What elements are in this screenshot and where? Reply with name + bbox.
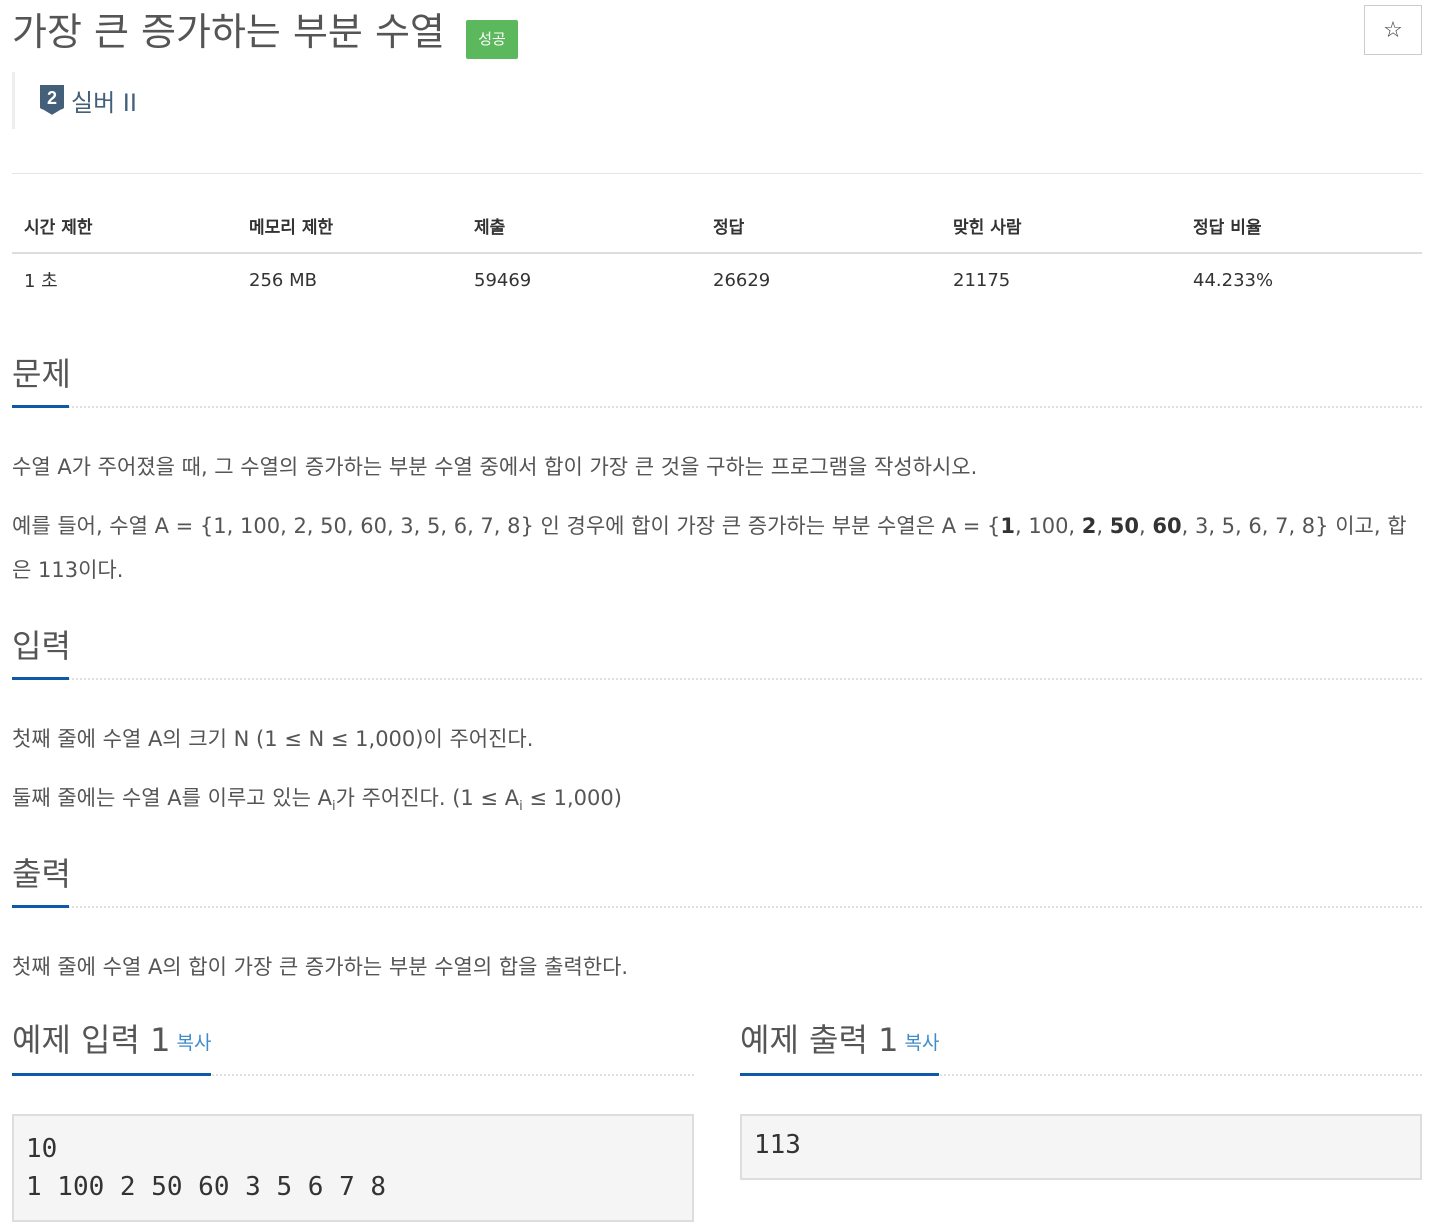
accept-ratio-value: 44.233% — [1193, 269, 1274, 291]
header-solvers: 맞힌 사람 — [941, 202, 1181, 254]
section-underline — [740, 1073, 939, 1076]
copy-sample-input-link[interactable]: 복사 — [176, 1032, 211, 1054]
copy-sample-output-link[interactable]: 복사 — [904, 1032, 939, 1054]
section-underline — [12, 1073, 211, 1076]
header-time-limit: 시간 제한 — [12, 202, 237, 254]
submissions-value: 59469 — [474, 269, 532, 291]
input-line-1: 첫째 줄에 수열 A의 크기 N (1 ≤ N ≤ 1,000)이 주어진다. — [12, 727, 534, 751]
description-section-title: 문제 — [12, 355, 71, 393]
header-divider — [12, 173, 1422, 174]
description-line-1: 수열 A가 주어졌을 때, 그 수열의 증가하는 부분 수열 중에서 합이 가장… — [12, 455, 978, 479]
sample-output-header: 예제 출력 1 복사 — [740, 1018, 1422, 1076]
sample-output-panel: 예제 출력 1 복사 113 — [740, 1018, 1422, 1180]
accepted-value: 26629 — [713, 269, 771, 291]
section-underline — [12, 677, 69, 680]
sample-input-title: 예제 입력 1 — [12, 1021, 171, 1059]
input-text: 첫째 줄에 수열 A의 크기 N (1 ≤ N ≤ 1,000)이 주어진다. … — [12, 717, 1422, 829]
tier-number: 2 — [47, 88, 57, 108]
section-underline — [12, 405, 69, 408]
silver-tier-icon: 2 — [40, 84, 64, 117]
output-section-header: 출력 — [12, 854, 1422, 908]
tier-label: 실버 II — [71, 89, 137, 117]
tier-info: 2 실버 II — [12, 72, 137, 129]
sample-output-box[interactable]: 113 — [740, 1114, 1422, 1180]
problem-header: 가장 큰 증가하는 부분 수열 성공 ☆ — [12, 0, 1422, 70]
star-icon: ☆ — [1383, 17, 1403, 43]
description-text: 수열 A가 주어졌을 때, 그 수열의 증가하는 부분 수열 중에서 합이 가장… — [12, 445, 1422, 592]
section-underline — [12, 905, 69, 908]
memory-limit-value: 256 MB — [249, 269, 317, 291]
header-memory-limit: 메모리 제한 — [237, 202, 462, 254]
description-section-header: 문제 — [12, 354, 1422, 408]
input-section-title: 입력 — [12, 627, 71, 665]
input-section-header: 입력 — [12, 626, 1422, 680]
favorite-button[interactable]: ☆ — [1364, 5, 1422, 55]
description-example: 예를 들어, 수열 A = {1, 100, 2, 50, 60, 3, 5, … — [12, 514, 1407, 582]
time-limit-value: 1 초 — [24, 271, 58, 292]
problem-page: 가장 큰 증가하는 부분 수열 성공 ☆ 2 실버 II 시간 제한 메모리 제… — [0, 0, 1432, 1226]
info-header-row: 시간 제한 메모리 제한 제출 정답 맞힌 사람 정답 비율 — [12, 202, 1422, 254]
sample-input-panel: 예제 입력 1 복사 10 1 100 2 50 60 3 5 6 7 8 — [12, 1018, 694, 1222]
info-value-row: 1 초 256 MB 59469 26629 21175 44.233% — [12, 253, 1422, 306]
solvers-value: 21175 — [953, 269, 1011, 291]
sample-output-title: 예제 출력 1 — [740, 1021, 899, 1059]
header-accepted: 정답 — [701, 202, 941, 254]
problem-title: 가장 큰 증가하는 부분 수열 — [12, 10, 445, 54]
sample-input-header: 예제 입력 1 복사 — [12, 1018, 694, 1076]
input-line-2: 둘째 줄에는 수열 A를 이루고 있는 Ai가 주어진다. (1 ≤ Ai ≤ … — [12, 786, 622, 815]
sample-input-box[interactable]: 10 1 100 2 50 60 3 5 6 7 8 — [12, 1114, 694, 1222]
output-line-1: 첫째 줄에 수열 A의 합이 가장 큰 증가하는 부분 수열의 합을 출력한다. — [12, 955, 629, 979]
problem-info-table: 시간 제한 메모리 제한 제출 정답 맞힌 사람 정답 비율 1 초 256 M… — [12, 202, 1422, 306]
header-accept-ratio: 정답 비율 — [1181, 202, 1422, 254]
status-badge: 성공 — [466, 20, 518, 59]
output-section-title: 출력 — [12, 855, 71, 893]
header-submissions: 제출 — [462, 202, 701, 254]
output-text: 첫째 줄에 수열 A의 합이 가장 큰 증가하는 부분 수열의 합을 출력한다. — [12, 945, 1422, 989]
